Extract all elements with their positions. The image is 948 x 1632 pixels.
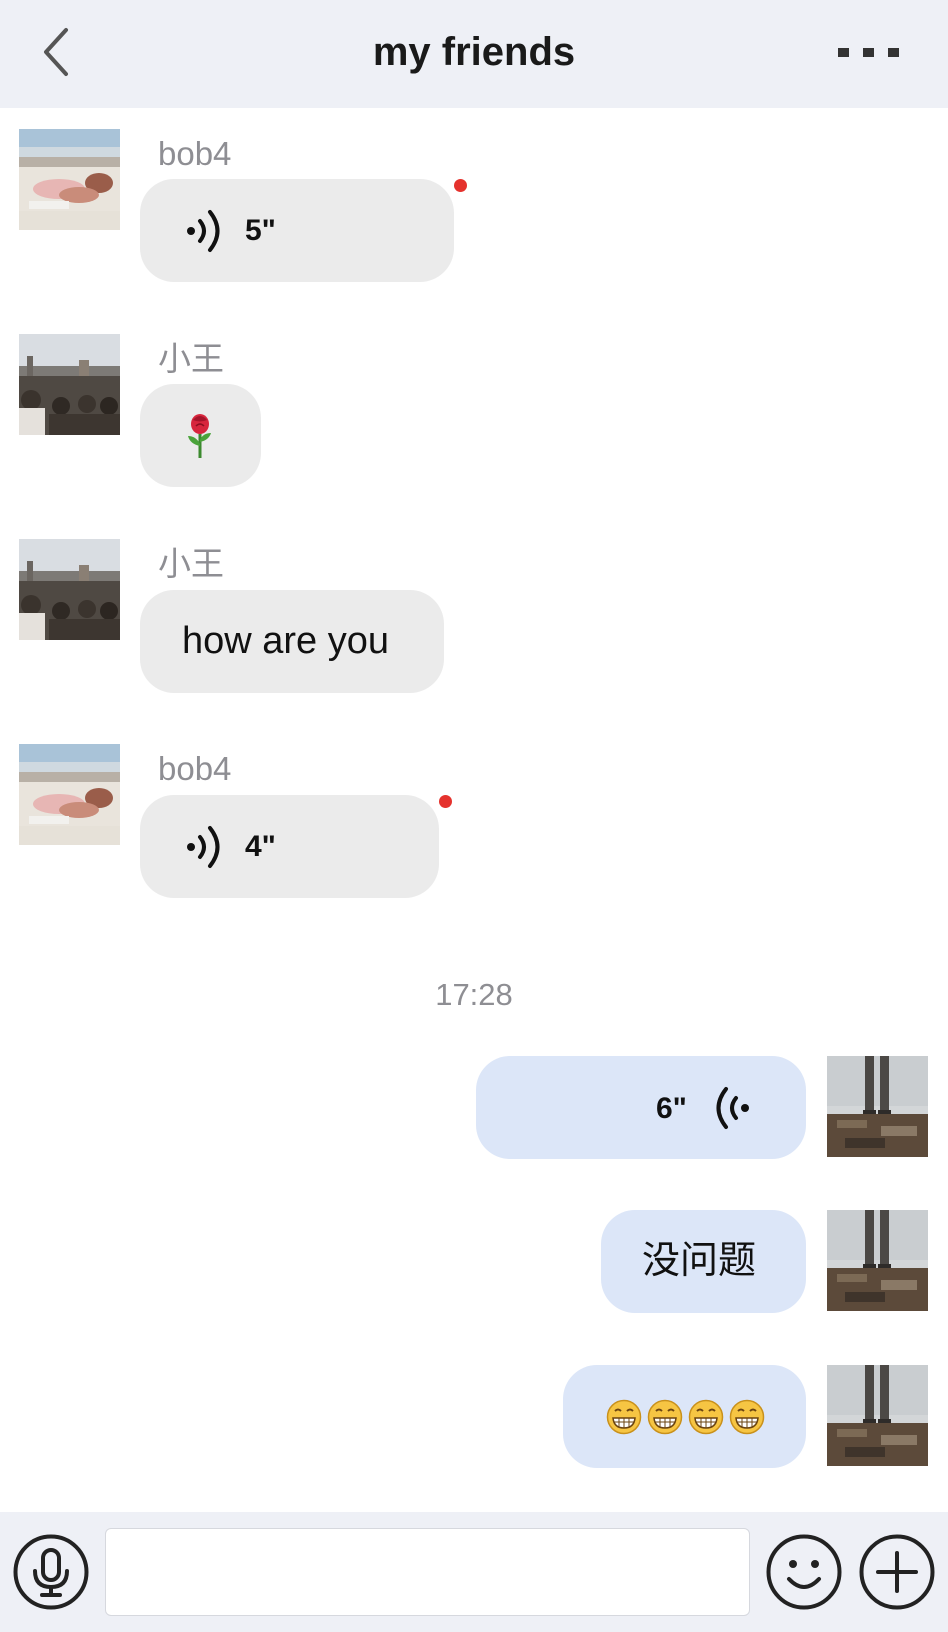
emoji-button[interactable] xyxy=(765,1533,843,1611)
message-input[interactable] xyxy=(105,1528,750,1616)
grinning-face-icon xyxy=(647,1399,683,1435)
chat-screen: my friends bob4 5" 小王 小王 how are you bob… xyxy=(0,0,948,1632)
microphone-icon xyxy=(13,1534,89,1610)
avatar-image xyxy=(827,1210,928,1311)
emoji-message-bubble[interactable] xyxy=(563,1365,806,1468)
avatar[interactable] xyxy=(827,1365,928,1466)
voice-message-bubble[interactable]: 6" xyxy=(476,1056,806,1159)
avatar[interactable] xyxy=(19,744,120,845)
grinning-face-icon xyxy=(688,1399,724,1435)
avatar[interactable] xyxy=(827,1056,928,1157)
voice-input-button[interactable] xyxy=(12,1533,90,1611)
avatar-image xyxy=(827,1056,928,1157)
emoji-message-bubble[interactable] xyxy=(140,384,261,487)
sender-name: bob4 xyxy=(158,750,232,787)
add-button[interactable] xyxy=(858,1533,936,1611)
sender-name: 小王 xyxy=(158,340,224,377)
rose-icon xyxy=(188,414,211,458)
grinning-face-icon xyxy=(606,1399,642,1435)
smiley-face-icon xyxy=(766,1534,842,1610)
voice-duration: 4" xyxy=(245,830,276,863)
avatar-image xyxy=(19,539,120,640)
more-dots-icon xyxy=(838,48,899,57)
voice-duration: 5" xyxy=(245,214,276,247)
voice-message-bubble[interactable]: 5" xyxy=(140,179,454,282)
voice-duration: 6" xyxy=(656,1092,687,1125)
voice-wave-icon xyxy=(716,1087,749,1129)
avatar-image xyxy=(19,334,120,435)
voice-message-bubble[interactable]: 4" xyxy=(140,795,439,898)
voice-wave-icon xyxy=(187,210,220,252)
more-options-button[interactable] xyxy=(834,34,904,70)
timestamp: 17:28 xyxy=(435,977,513,1012)
grinning-face-icon xyxy=(729,1399,765,1435)
unread-dot xyxy=(454,179,467,192)
avatar-image xyxy=(827,1365,928,1466)
text-message-bubble[interactable]: how are you xyxy=(140,590,444,693)
input-bar xyxy=(0,1512,948,1632)
chevron-left-icon xyxy=(44,28,68,76)
avatar-image xyxy=(19,744,120,845)
page-title: my friends xyxy=(372,30,576,74)
avatar[interactable] xyxy=(827,1210,928,1311)
sender-name: 小王 xyxy=(158,545,224,582)
voice-wave-icon xyxy=(187,826,220,868)
avatar[interactable] xyxy=(19,129,120,230)
sender-name: bob4 xyxy=(158,135,232,172)
back-button[interactable] xyxy=(36,24,80,80)
plus-icon xyxy=(859,1534,935,1610)
header-bar: my friends xyxy=(0,0,948,108)
avatar[interactable] xyxy=(19,334,120,435)
avatar-image xyxy=(19,129,120,230)
message-text: how are you xyxy=(182,620,390,662)
unread-dot xyxy=(439,795,452,808)
avatar[interactable] xyxy=(19,539,120,640)
text-message-bubble[interactable]: 没问题 xyxy=(601,1210,806,1313)
message-text: 没问题 xyxy=(642,1240,757,1282)
